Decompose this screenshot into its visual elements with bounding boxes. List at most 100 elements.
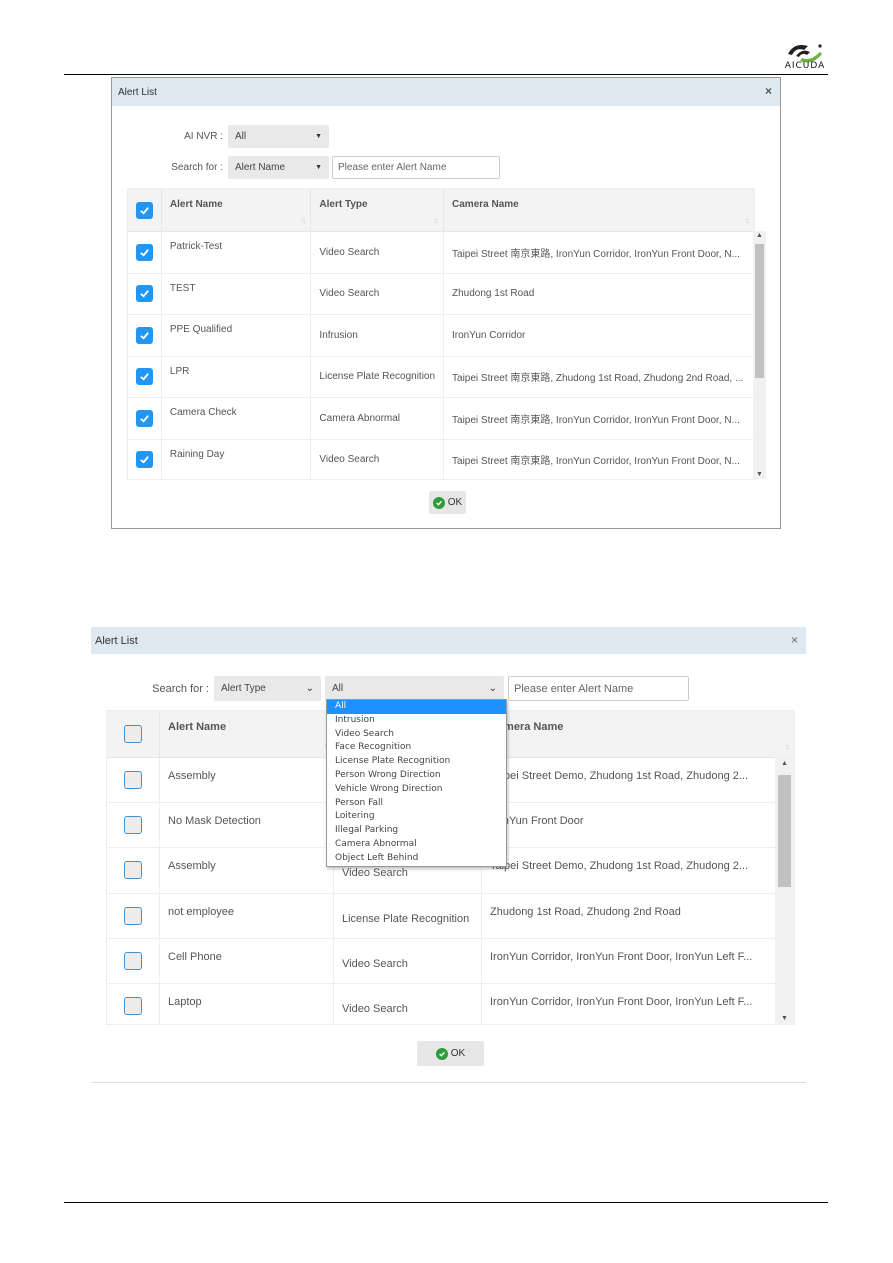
camera-name-cell: IronYun Corridor (452, 329, 526, 341)
table-row[interactable]: LPR License Plate Recognition Taipei Stree… (128, 356, 754, 398)
alert-name-cell: Assembly (160, 848, 334, 893)
dropdown-option[interactable]: Face Recognition (327, 741, 506, 755)
check-icon (140, 373, 149, 381)
dialog-title: Alert List (118, 86, 157, 98)
row-checkbox-cell (128, 315, 162, 356)
alert-name-cell: TEST (162, 273, 312, 314)
logo-text: AICUDA (784, 61, 826, 71)
camera-name-cell: Taipei Street 南京東路, Zhudong 1st Road, Zh… (452, 373, 744, 385)
alert-list-dialog-1: Alert List × AI NVR : All ▼ Search for :… (111, 77, 781, 529)
dropdown-option[interactable]: All (327, 700, 506, 714)
camera-name-cell: IronYun Corridor, IronYun Front Door, Ir… (490, 950, 753, 963)
row-checkbox-cell (107, 983, 160, 1024)
table-row[interactable]: Camera Check Camera Abnormal Taipei Street… (128, 398, 754, 440)
table-row[interactable]: PPE Qualified Infrusion IronYun Corridor (128, 315, 754, 357)
column-header-camera-name[interactable]: Camera Name ↑↓ (482, 711, 794, 757)
row-checkbox-cell (128, 439, 162, 479)
row-checkbox-cell (128, 356, 162, 397)
table-scrollbar[interactable]: ▲ ▼ (753, 231, 766, 479)
table-row[interactable]: Raining Day Video Search Taipei Street 南京東… (128, 439, 754, 479)
dropdown-option[interactable]: Video Search (327, 728, 506, 742)
table-row[interactable]: Cell Phone Video Search IronYun Corridor, … (107, 938, 794, 984)
ok-label: OK (447, 497, 463, 508)
row-checkbox-cell (128, 232, 162, 273)
dropdown-option[interactable]: Vehicle Wrong Direction (327, 783, 506, 797)
dropdown-option[interactable]: Object Left Behind (327, 852, 506, 866)
select-all-checkbox[interactable] (135, 201, 153, 219)
caret-down-icon: ▼ (315, 164, 322, 171)
scroll-up-icon[interactable]: ▲ (753, 232, 766, 239)
dropdown-option[interactable]: Person Wrong Direction (327, 769, 506, 783)
alert-table-1: Alert Name ↑↓ Alert Type ↑↓ Camera Name … (127, 188, 755, 480)
table-row[interactable]: Patrick-Test Video Search Taipei Street 南京… (128, 232, 754, 274)
camera-name-cell: Taipei Street 南京東路, IronYun Corridor, Ir… (452, 414, 740, 426)
scroll-thumb[interactable] (778, 775, 791, 887)
dialog-title-bar: Alert List × (91, 627, 806, 654)
column-header-alert-type[interactable]: Alert Type ↑↓ (311, 189, 445, 231)
alert-name-search-input[interactable]: Please enter Alert Name (508, 676, 689, 701)
dropdown-option[interactable]: Illegal Parking (327, 824, 506, 838)
select-all-checkbox[interactable] (124, 725, 142, 743)
alert-type-select[interactable]: All ⌄ (325, 676, 504, 701)
ai-nvr-select[interactable]: All ▼ (228, 125, 329, 148)
alert-name-cell: No Mask Detection (160, 803, 334, 848)
table-row[interactable]: TEST Video Search Zhudong 1st Road (128, 273, 754, 315)
row-checkbox[interactable] (124, 906, 142, 925)
row-checkbox[interactable] (124, 771, 142, 790)
row-checkbox[interactable] (135, 368, 153, 386)
row-checkbox[interactable] (135, 243, 153, 261)
row-checkbox[interactable] (124, 861, 142, 880)
row-checkbox[interactable] (135, 451, 153, 469)
close-icon[interactable]: × (765, 85, 772, 97)
column-header-camera-name[interactable]: Camera Name ↑↓ (444, 189, 754, 231)
camera-name-cell: IronYun Front Door (490, 815, 584, 828)
search-placeholder: Please enter Alert Name (514, 682, 634, 695)
select-all-cell (128, 189, 162, 231)
dropdown-option[interactable]: License Plate Recognition (327, 755, 506, 769)
sort-icon[interactable]: ↑↓ (433, 216, 439, 225)
search-for-select[interactable]: Alert Type ⌄ (214, 676, 321, 701)
search-for-select[interactable]: Alert Name ▼ (228, 156, 329, 179)
sort-icon[interactable]: ↑↓ (300, 216, 306, 225)
alert-type-cell: License Plate Recognition (311, 356, 445, 397)
page-footer-rule (64, 1202, 828, 1203)
scroll-down-icon[interactable]: ▼ (775, 1015, 794, 1022)
check-icon (140, 290, 149, 298)
alert-type-cell: Video Search (334, 938, 482, 983)
alert-name-cell: not employee (160, 893, 334, 938)
table-row[interactable]: Laptop Video Search IronYun Corridor, Iron… (107, 983, 794, 1024)
alert-name-cell: Laptop (160, 983, 334, 1024)
row-checkbox[interactable] (124, 951, 142, 970)
camera-name-cell: Taipei Street 南京東路, IronYun Corridor, Ir… (452, 248, 740, 260)
ok-button[interactable]: OK (429, 491, 466, 514)
alert-type-cell: Video Search (334, 983, 482, 1024)
alert-name-cell: Patrick-Test (162, 232, 312, 273)
table-scrollbar[interactable]: ▲ ▼ (775, 757, 794, 1025)
sort-icon[interactable]: ↑↓ (744, 216, 750, 225)
dropdown-option[interactable]: Loitering (327, 810, 506, 824)
sort-icon[interactable]: ↑↓ (784, 742, 790, 751)
search-for-label: Search for : (152, 682, 209, 695)
chevron-down-icon: ⌄ (488, 683, 497, 694)
dialog-title-bar: Alert List × (112, 78, 780, 106)
row-checkbox[interactable] (124, 997, 142, 1016)
scroll-down-icon[interactable]: ▼ (753, 471, 766, 478)
alert-name-search-input[interactable]: Please enter Alert Name (332, 156, 500, 179)
dropdown-option[interactable]: Intrusion (327, 714, 506, 728)
column-header-alert-name[interactable]: Alert Name ↑↓ (160, 711, 334, 757)
select-all-cell (107, 711, 160, 757)
row-checkbox[interactable] (135, 409, 153, 427)
row-checkbox[interactable] (135, 326, 153, 344)
row-checkbox[interactable] (124, 816, 142, 835)
ai-nvr-row: AI NVR : All ▼ (167, 125, 329, 148)
column-header-alert-name[interactable]: Alert Name ↑↓ (162, 189, 312, 231)
dropdown-option[interactable]: Camera Abnormal (327, 838, 506, 852)
row-checkbox[interactable] (135, 285, 153, 303)
scroll-thumb[interactable] (755, 244, 764, 378)
dropdown-option[interactable]: Person Fall (327, 797, 506, 811)
close-icon[interactable]: × (791, 634, 798, 646)
search-for-row: Search for : Alert Type ⌄ All ⌄ Please e… (139, 676, 689, 701)
scroll-up-icon[interactable]: ▲ (775, 760, 794, 767)
table-row[interactable]: not employee License Plate Recognition Zhu… (107, 893, 794, 939)
ok-button[interactable]: OK (417, 1041, 484, 1066)
